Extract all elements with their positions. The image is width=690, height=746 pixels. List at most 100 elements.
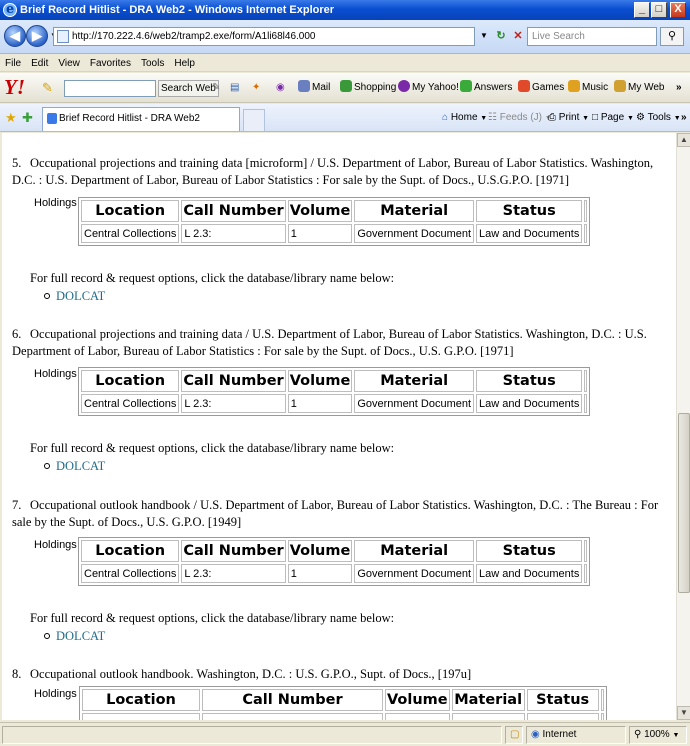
favorites-star-icon[interactable]: ★ (5, 104, 17, 132)
table-header-row: Location Call Number Volume Material Sta… (82, 689, 604, 711)
address-dropdown-button[interactable]: ▼ (476, 28, 492, 45)
table-pad-cell (600, 689, 604, 711)
magnifier-icon: ⚲ (634, 729, 642, 740)
yahoo-mail[interactable]: Mail (298, 73, 330, 103)
table-row: Central Collections L 2.3: 1 Government … (81, 564, 588, 583)
yahoo-toolbar: Y! ✎ Search Web ✎ ▤ ✦ ◉ Mail Shopping My… (0, 73, 690, 103)
page-content: 5. Occupational projections and training … (2, 133, 676, 720)
back-button[interactable]: ◀ (4, 25, 26, 47)
live-search-input[interactable]: Live Search (527, 27, 657, 46)
record-number: 8. (12, 667, 22, 681)
new-tab-button[interactable] (243, 109, 265, 131)
zoom-control[interactable]: ⚲ 100% ▼ (629, 726, 687, 744)
address-field[interactable]: http://170.222.4.6/web2/tramp2.exe/form/… (53, 27, 475, 46)
cell-call-number (202, 713, 383, 720)
holdings-table: Location Call Number Volume Material Sta… (78, 197, 591, 246)
cell-call-number: L 2.3: (181, 224, 286, 243)
messenger-icon[interactable]: ◉ (276, 73, 285, 103)
yahoo-games[interactable]: Games (518, 73, 564, 103)
database-list-item: DOLCAT (44, 459, 105, 474)
home-button[interactable]: ⌂ Home ▼ (442, 104, 487, 132)
browser-window: Brief Record Hitlist - DRA Web2 - Window… (0, 0, 690, 746)
maximize-button[interactable]: □ (651, 2, 667, 18)
dolcat-link[interactable]: DOLCAT (56, 289, 105, 303)
scrollbar-thumb[interactable] (678, 413, 690, 593)
record-citation: Occupational projections and training da… (12, 327, 647, 358)
holdings-table: Location Call Number Volume Material Sta… (78, 367, 591, 416)
yahoo-search-input[interactable] (64, 80, 156, 97)
menu-file[interactable]: File (0, 55, 26, 72)
yahoo-music[interactable]: Music (568, 73, 608, 103)
status-bar: ▢ ◉ Internet ⚲ 100% ▼ (0, 722, 690, 746)
highlight-icon[interactable]: ✎ (212, 73, 220, 103)
dolcat-link[interactable]: DOLCAT (56, 459, 105, 473)
print-button[interactable]: ⎙ Print ▼ (548, 104, 589, 132)
search-go-button[interactable]: ⚲ (660, 27, 684, 46)
yahoo-logo[interactable]: Y! (4, 75, 25, 99)
yahoo-my-yahoo[interactable]: My Yahoo! (398, 73, 459, 103)
home-icon: ⌂ (442, 112, 449, 123)
yahoo-answers[interactable]: Answers (460, 73, 512, 103)
add-favorites-icon[interactable]: ✚ (22, 104, 33, 132)
cell-status: Law and Documents (476, 564, 583, 583)
vertical-scrollbar[interactable]: ▲ ▼ (676, 133, 690, 720)
menu-favorites[interactable]: Favorites (85, 55, 136, 72)
antispy-icon[interactable]: ✦ (252, 73, 260, 103)
cell-call-number: L 2.3: (181, 564, 286, 583)
refresh-icon[interactable]: ↻ (493, 28, 509, 45)
record-number: 5. (12, 156, 22, 170)
header-call-number: Call Number (181, 370, 286, 392)
request-options-note: For full record & request options, click… (30, 271, 395, 285)
toolbar-overflow-button[interactable]: » (676, 73, 682, 103)
page-button[interactable]: □ Page ▼ (592, 104, 634, 132)
header-material: Material (354, 200, 475, 222)
yahoo-shopping[interactable]: Shopping (340, 73, 396, 103)
minimize-button[interactable]: _ (634, 2, 650, 18)
header-material: Material (354, 370, 475, 392)
command-overflow-button[interactable]: » (681, 104, 687, 132)
cell-status (526, 713, 599, 720)
games-icon (518, 80, 530, 92)
my-yahoo-icon (398, 80, 410, 92)
header-status: Status (476, 370, 583, 392)
header-status: Status (476, 540, 583, 562)
tools-gear-icon: ⚙ (636, 112, 645, 123)
tab-page-icon (47, 113, 57, 124)
header-call-number: Call Number (181, 200, 286, 222)
security-zone-panel[interactable]: ◉ Internet (526, 726, 626, 744)
globe-icon: ◉ (531, 729, 540, 740)
tab-brief-record-hitlist[interactable]: Brief Record Hitlist - DRA Web2 (42, 107, 240, 131)
holdings-table: Location Call Number Volume Material Sta… (78, 537, 591, 586)
header-material: Material (354, 540, 475, 562)
forward-button[interactable]: ▶ (26, 25, 48, 47)
header-volume: Volume (287, 200, 353, 222)
menu-edit[interactable]: Edit (26, 55, 53, 72)
scroll-down-arrow-icon[interactable]: ▼ (677, 706, 690, 720)
pencil-icon[interactable]: ✎ (42, 73, 53, 103)
menu-bar: File Edit View Favorites Tools Help (0, 55, 690, 72)
cell-location: Central Collections (81, 394, 180, 413)
cell-call-number: L 2.3: (181, 394, 286, 413)
scroll-up-arrow-icon[interactable]: ▲ (677, 133, 690, 147)
bookmarks-icon[interactable]: ▤ (230, 73, 239, 103)
close-button[interactable]: X (670, 2, 686, 18)
search-web-button[interactable]: Search Web (158, 80, 219, 97)
menu-help[interactable]: Help (169, 55, 200, 72)
tab-title: Brief Record Hitlist - DRA Web2 (59, 113, 200, 124)
dolcat-link[interactable]: DOLCAT (56, 629, 105, 643)
cell-location (82, 713, 200, 720)
my-web-icon (614, 80, 626, 92)
feeds-button[interactable]: ☷ Feeds (J) ▼ (488, 104, 552, 132)
holdings-label: Holdings : (34, 197, 83, 209)
cell-status: Law and Documents (476, 394, 583, 413)
cell-volume: 1 (287, 564, 353, 583)
header-status: Status (476, 200, 583, 222)
stop-icon[interactable]: ✕ (510, 28, 526, 45)
tools-button[interactable]: ⚙ Tools ▼ (636, 104, 681, 132)
yahoo-my-web[interactable]: My Web (614, 73, 665, 103)
menu-tools[interactable]: Tools (136, 55, 169, 72)
status-lock-panel: ▢ (505, 726, 523, 744)
holdings-label: Holdings : (34, 539, 83, 551)
menu-view[interactable]: View (53, 55, 85, 72)
page-menu-icon: □ (592, 112, 599, 123)
